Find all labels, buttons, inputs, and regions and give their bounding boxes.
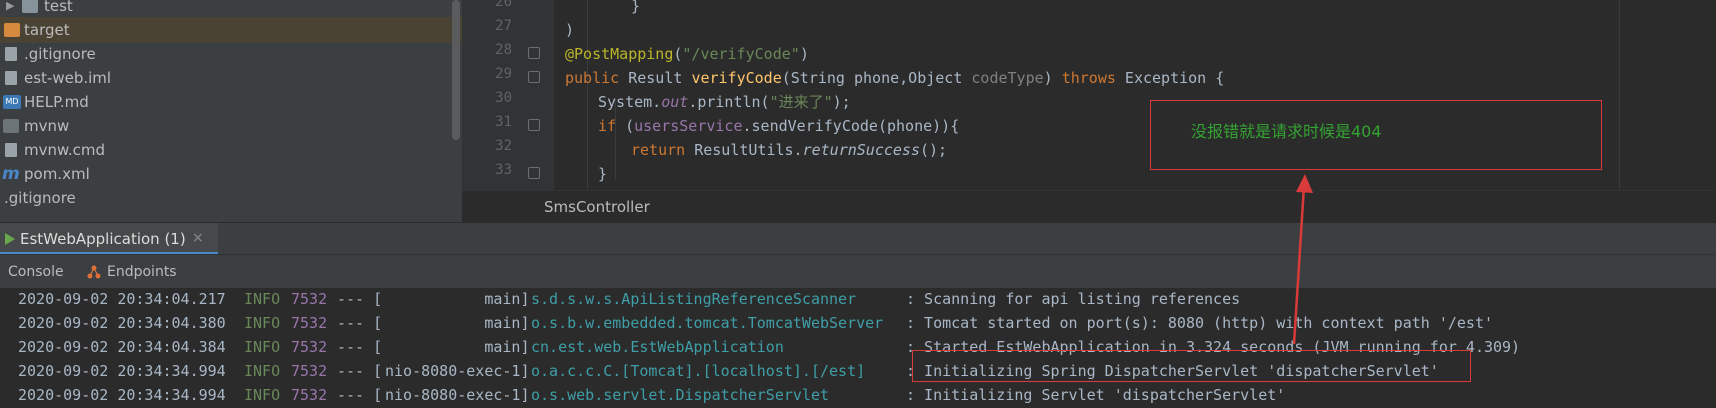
log-row: 2020-09-02 20:34:04.384 INFO 7532 --- [ mai… [18,338,1521,356]
close-icon[interactable]: × [192,230,204,246]
tree-item-label: .gitignore [24,45,96,63]
tree-item-label: mvnw.cmd [24,141,106,159]
code-line-27: ) [565,21,575,39]
code-line-28: @PostMapping("/verifyCode") [565,45,809,63]
breadcrumb-class[interactable]: SmsController [544,198,650,216]
file-gitignore-icon [5,47,17,61]
fold-icon[interactable] [528,167,540,179]
file-cmd-icon [5,143,17,157]
annotation-note: 没报错就是请求时候是404 [1191,122,1382,141]
file-shell-icon [3,119,19,133]
tree-item-label: HELP.md [24,93,89,111]
spring-boot-run-icon [5,233,15,245]
code-line-32: return ResultUtils.returnSuccess(); [631,141,948,159]
run-tab-bar: EstWebApplication (1) × [0,222,1716,255]
line-number: 33 [495,162,512,178]
markdown-icon: MD [3,95,21,109]
tree-item-label: target [24,21,70,39]
tree-item-help-md[interactable]: MD HELP.md [0,89,462,115]
console-toolbar: Console Endpoints [0,254,1716,290]
tree-item-label: .gitignore [4,189,76,207]
run-tab-label: EstWebApplication (1) [20,230,186,248]
line-number: 27 [495,18,512,34]
endpoints-icon [87,265,101,279]
fold-icon[interactable] [528,119,540,131]
tree-item-label: est-web.iml [24,69,112,87]
folder-orange-icon [4,23,20,37]
run-tab-est-web-application[interactable]: EstWebApplication (1) × [0,223,218,255]
tree-item-mvnw[interactable]: mvnw [0,113,462,139]
tree-item-label: mvnw [24,117,70,135]
tree-item-label: pom.xml [24,165,90,183]
code-line-33: } [598,165,608,183]
line-number: 32 [495,138,512,154]
maven-icon: m [2,164,20,184]
tree-scrollbar[interactable] [452,0,460,140]
log-row: 2020-09-02 20:34:04.380 INFO 7532 --- [ mai… [18,314,1493,332]
code-line-31: if (usersService.sendVerifyCode(phone)){ [598,117,960,135]
tree-item-mvnw-cmd[interactable]: mvnw.cmd [0,137,462,163]
code-line-26: } [631,0,641,15]
right-margin-guide [1619,0,1620,190]
tree-item-est-web-iml[interactable]: est-web.iml [0,65,462,91]
tree-item-pom-xml[interactable]: m pom.xml [0,161,462,187]
console-output[interactable]: 2020-09-02 20:34:04.217 INFO 7532 --- [ mai… [0,288,1716,408]
breadcrumb[interactable]: SmsController [462,190,1716,223]
tree-item-target[interactable]: target [0,17,462,43]
tree-item-gitignore-root[interactable]: .gitignore [0,185,462,211]
line-number: 31 [495,114,512,130]
line-number: 30 [495,90,512,106]
folder-icon [22,0,38,13]
tab-console[interactable]: Console [8,264,64,280]
line-number: 28 [495,42,512,58]
log-highlight-box [912,350,1471,382]
code-line-29: public Result verifyCode(String phone,Ob… [565,69,1225,87]
indent-guide [587,0,588,190]
file-iml-icon [5,71,17,85]
fold-icon[interactable] [528,71,540,83]
project-tree: ▶ test target .gitignore est-web.iml MD … [0,0,462,222]
fold-icon[interactable] [528,47,540,59]
tab-endpoints[interactable]: Endpoints [107,264,177,280]
tree-item-gitignore[interactable]: .gitignore [0,41,462,67]
line-number: 29 [495,66,512,82]
code-line-30: System.out.println("进来了"); [598,93,851,111]
line-number: 26 [495,0,512,10]
